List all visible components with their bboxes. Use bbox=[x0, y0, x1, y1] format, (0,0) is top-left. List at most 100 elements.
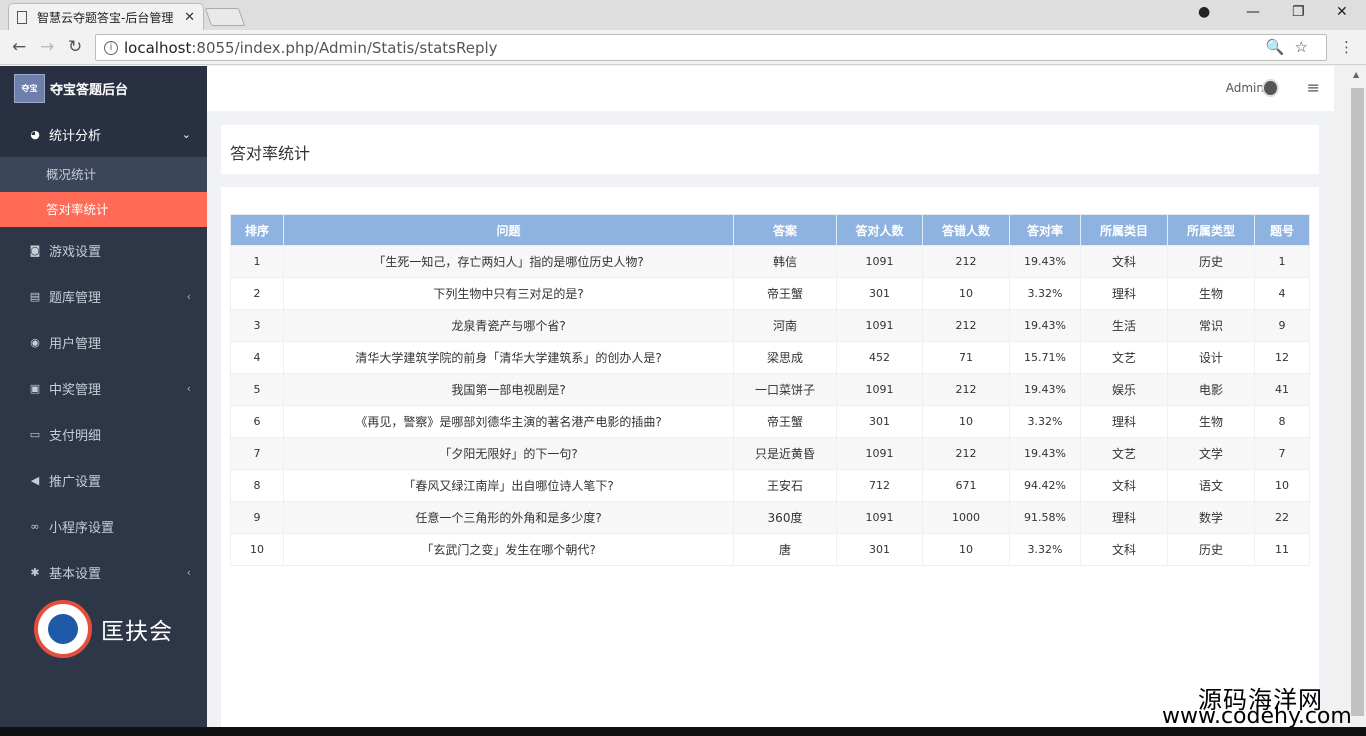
sidebar-item-promo[interactable]: ◀ 推广设置 bbox=[0, 457, 207, 503]
profile-icon[interactable]: ● bbox=[1198, 4, 1210, 20]
chevron-down-icon: ⌄ bbox=[181, 127, 191, 141]
table-row: 9 任意一个三角形的外角和是多少度? 360度 1091 1000 91.58% 理科 数学 2… bbox=[230, 501, 1310, 534]
table-cell: 「夕阳无限好」的下一句? bbox=[283, 437, 734, 470]
table-cell: 常识 bbox=[1167, 309, 1255, 342]
table-cell: 2 bbox=[230, 277, 284, 310]
scroll-up-icon[interactable]: ▲ bbox=[1353, 70, 1359, 79]
sub-item-correct-rate[interactable]: 答对率统计 bbox=[0, 192, 207, 227]
table-cell: 历史 bbox=[1167, 533, 1255, 566]
sidebar-item-users[interactable]: ◉ 用户管理 bbox=[0, 319, 207, 365]
gear-icon: ✱ bbox=[30, 565, 40, 579]
table-cell: 94.42% bbox=[1009, 469, 1081, 502]
table-cell: 我国第一部电视剧是? bbox=[283, 373, 734, 406]
list-icon: ▤ bbox=[29, 289, 41, 303]
browser-menu-icon[interactable]: ⋮ bbox=[1339, 38, 1354, 56]
table-row: 7 「夕阳无限好」的下一句? 只是近黄昏 1091 212 19.43% 文艺 文学 7 bbox=[230, 437, 1310, 470]
table-row: 6 《再见，警察》是哪部刘德华主演的著名港产电影的插曲? 帝王蟹 301 10 3.32%… bbox=[230, 405, 1310, 438]
brand-logo-icon: 夺宝 bbox=[14, 74, 45, 103]
gamepad-icon: ◙ bbox=[29, 243, 41, 257]
table-cell: 301 bbox=[836, 533, 923, 566]
table-cell: 文科 bbox=[1080, 469, 1168, 502]
table-cell: 历史 bbox=[1167, 245, 1255, 278]
submenu-stats: 概况统计 答对率统计 bbox=[0, 157, 207, 227]
address-bar: ← → ↻ i localhost :8055/index.php/Admin/… bbox=[0, 30, 1366, 65]
table-cell: 《再见，警察》是哪部刘德华主演的著名港产电影的插曲? bbox=[283, 405, 734, 438]
table-cell: 3 bbox=[230, 309, 284, 342]
table-cell: 河南 bbox=[733, 309, 837, 342]
table-cell: 「生死一知己，存亡两妇人」指的是哪位历史人物? bbox=[283, 245, 734, 278]
col-question: 问题 bbox=[283, 214, 734, 246]
table-cell: 清华大学建筑学院的前身「清华大学建筑系」的创办人是? bbox=[283, 341, 734, 374]
table-cell: 7 bbox=[1254, 437, 1310, 470]
sidebar-item-stats[interactable]: ◕ 统计分析 ⌄ bbox=[0, 111, 207, 157]
watermark-line2: www.codehy.com bbox=[1162, 704, 1352, 729]
table-cell: 帝王蟹 bbox=[733, 277, 837, 310]
new-tab-button[interactable] bbox=[204, 8, 246, 26]
table-cell: 设计 bbox=[1167, 341, 1255, 374]
info-icon[interactable]: i bbox=[104, 40, 118, 55]
sidebar-item-miniapp[interactable]: ∞ 小程序设置 bbox=[0, 503, 207, 549]
close-window-icon[interactable]: ✕ bbox=[1336, 4, 1348, 20]
table-cell: 1091 bbox=[836, 309, 923, 342]
table-cell: 41 bbox=[1254, 373, 1310, 406]
table-cell: 4 bbox=[230, 341, 284, 374]
table-cell: 7 bbox=[230, 437, 284, 470]
scrollbar-thumb[interactable] bbox=[1351, 88, 1364, 716]
table-cell: 理科 bbox=[1080, 501, 1168, 534]
page-scrollbar[interactable]: ▲ bbox=[1334, 66, 1366, 736]
sidebar-item-payments[interactable]: ▭ 支付明细 bbox=[0, 411, 207, 457]
forward-icon[interactable]: → bbox=[40, 37, 54, 57]
browser-tab[interactable]: 智慧云夺题答宝-后台管理 ✕ bbox=[8, 3, 204, 30]
sidebar-item-game[interactable]: ◙ 游戏设置 bbox=[0, 227, 207, 273]
table-row: 4 清华大学建筑学院的前身「清华大学建筑系」的创办人是? 梁思成 452 71 15.71… bbox=[230, 341, 1310, 374]
sidebar-item-settings[interactable]: ✱ 基本设置 ‹ bbox=[0, 549, 207, 595]
sidebar-item-label: 支付明细 bbox=[49, 428, 102, 444]
tab-strip: 智慧云夺题答宝-后台管理 ✕ ● — ❐ ✕ bbox=[0, 0, 1366, 30]
table-cell: 22 bbox=[1254, 501, 1310, 534]
table-cell: 8 bbox=[1254, 405, 1310, 438]
prize-icon: ▣ bbox=[29, 381, 41, 395]
col-id: 题号 bbox=[1254, 214, 1310, 246]
url-path: :8055/index.php/Admin/Statis/statsReply bbox=[191, 38, 498, 57]
table-cell: 452 bbox=[836, 341, 923, 374]
col-category: 所属类目 bbox=[1080, 214, 1168, 246]
col-rank: 排序 bbox=[230, 214, 284, 246]
table-cell: 龙泉青瓷产与哪个省? bbox=[283, 309, 734, 342]
table-cell: 712 bbox=[836, 469, 923, 502]
sidebar-item-label: 统计分析 bbox=[49, 128, 102, 144]
table-cell: 10 bbox=[922, 277, 1010, 310]
maximize-icon[interactable]: ❐ bbox=[1292, 4, 1305, 20]
close-tab-icon[interactable]: ✕ bbox=[184, 10, 195, 25]
card-icon: ▭ bbox=[29, 427, 41, 441]
sidebar-item-questions[interactable]: ▤ 题库管理 ‹ bbox=[0, 273, 207, 319]
table-cell: 19.43% bbox=[1009, 245, 1081, 278]
back-icon[interactable]: ← bbox=[12, 37, 26, 57]
brand[interactable]: 夺宝 夺宝答题后台 bbox=[0, 66, 207, 111]
minimize-icon[interactable]: — bbox=[1246, 4, 1260, 20]
table-cell: 1000 bbox=[922, 501, 1010, 534]
sidebar-item-label: 小程序设置 bbox=[49, 520, 115, 536]
table-cell: 15.71% bbox=[1009, 341, 1081, 374]
sidebar-item-label: 游戏设置 bbox=[49, 244, 102, 260]
col-answer: 答案 bbox=[733, 214, 837, 246]
table-cell: 只是近黄昏 bbox=[733, 437, 837, 470]
table-row: 1 「生死一知己，存亡两妇人」指的是哪位历史人物? 韩信 1091 212 19.43% 文… bbox=[230, 245, 1310, 278]
url-input[interactable]: i localhost :8055/index.php/Admin/Statis… bbox=[95, 34, 1327, 61]
menu-toggle-icon[interactable]: ≡ bbox=[1307, 78, 1320, 97]
taskbar bbox=[0, 727, 1366, 736]
table-cell: 301 bbox=[836, 405, 923, 438]
table-cell: 19.43% bbox=[1009, 309, 1081, 342]
avatar[interactable] bbox=[1262, 79, 1279, 97]
zoom-star-icons[interactable]: 🔍☆ bbox=[1266, 38, 1318, 56]
table-cell: 4 bbox=[1254, 277, 1310, 310]
table-cell: 生活 bbox=[1080, 309, 1168, 342]
username[interactable]: Admin bbox=[1226, 81, 1264, 95]
url-host: localhost bbox=[124, 38, 192, 57]
page-title: 答对率统计 bbox=[221, 125, 1319, 174]
table-cell: 「玄武门之变」发生在哪个朝代? bbox=[283, 533, 734, 566]
seal-logo-icon bbox=[34, 600, 92, 658]
col-type: 所属类型 bbox=[1167, 214, 1255, 246]
reload-icon[interactable]: ↻ bbox=[68, 37, 82, 57]
sidebar-item-prizes[interactable]: ▣ 中奖管理 ‹ bbox=[0, 365, 207, 411]
sub-item-overview[interactable]: 概况统计 bbox=[0, 157, 207, 192]
